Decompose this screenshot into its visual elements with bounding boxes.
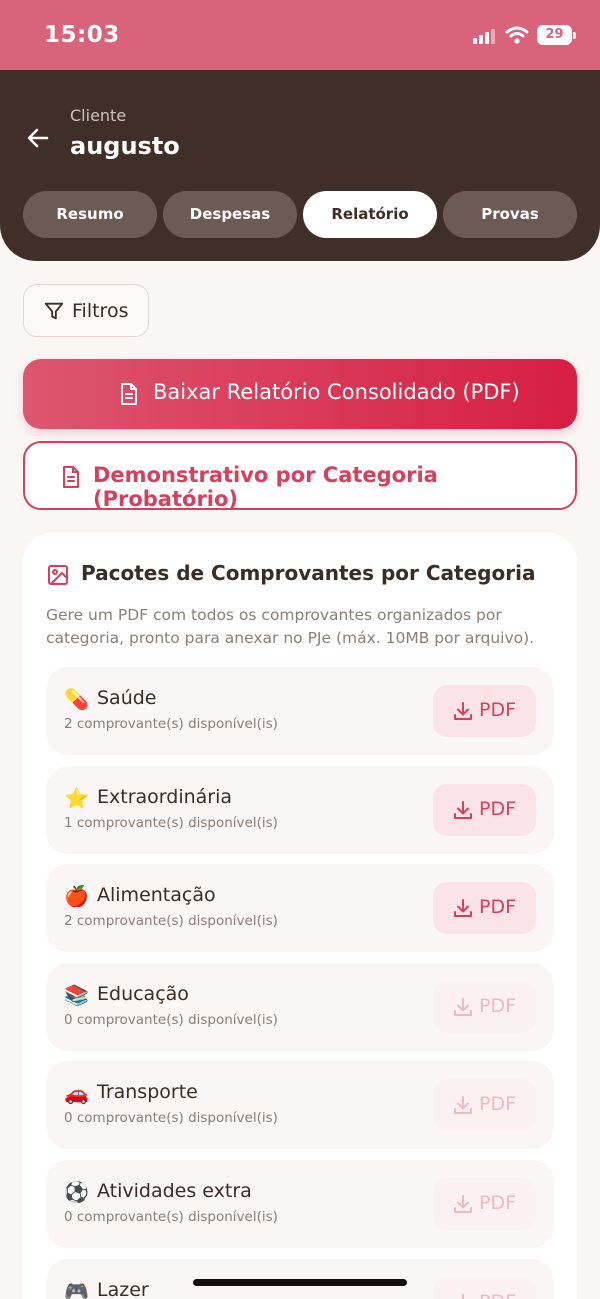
header-subtitle: Cliente [70,106,127,125]
category-name: Extraordinária [97,785,233,808]
download-icon [454,1195,472,1213]
category-row: ⚽ Atividades extra 0 comprovante(s) dispon… [46,1160,554,1248]
download-pdf-button[interactable]: PDF [433,783,536,836]
category-emoji-icon: 💊 [64,687,89,711]
download-consolidated-report-button[interactable]: Baixar Relatório Consolidado (PDF) [23,359,577,429]
pdf-label: PDF [479,896,517,919]
packages-title: Pacotes de Comprovantes por Categoria [81,561,536,585]
download-icon [454,800,472,819]
category-count: 2 comprovante(s) disponível(is) [64,716,278,732]
category-name: Transporte [97,1081,198,1104]
tab-provas[interactable]: Provas [443,191,577,238]
status-bar: 15:03 29 [0,0,600,70]
cellular-signal-icon [473,28,497,44]
download-pdf-button: PDF [433,1079,536,1132]
wifi-icon [505,26,529,44]
category-name: Saúde [97,687,157,709]
download-pdf-button: PDF [433,1276,536,1299]
category-statement-button[interactable]: Demonstrativo por Categoria (Probatório) [23,441,577,511]
image-icon [48,565,68,585]
document-icon [63,466,79,488]
category-emoji-icon: ⚽ [64,1180,89,1204]
category-count: 2 comprovante(s) disponível(is) [64,913,278,930]
category-count: 1 comprovante(s) disponível(is) [64,814,278,831]
category-emoji-icon: ⭐ [64,785,89,810]
category-count: 0 comprovante(s) disponível(is) [64,1110,278,1127]
filter-button[interactable]: Filtros [23,284,149,337]
client-header: Cliente augusto Resumo Despesas Relatóri… [0,70,600,261]
pdf-label: PDF [479,797,517,820]
download-icon [454,899,472,918]
category-emoji-icon: 🎮 [64,1278,89,1299]
pdf-label: PDF [479,1291,516,1299]
filter-icon [44,302,64,320]
packages-description: Gere um PDF com todos os comprovantes or… [46,606,535,647]
download-icon [462,1293,464,1299]
download-pdf-button: PDF [433,980,536,1033]
tab-relatorio[interactable]: Relatório [303,191,437,238]
back-arrow-icon[interactable] [22,122,54,154]
category-row: 📚 Educação 0 comprovante(s) disponível(is)… [46,962,554,1051]
category-count: 0 comprovante(s) disponível(is) [64,1011,278,1028]
pdf-label: PDF [479,1093,517,1116]
category-row: 🍎 Alimentação 2 comprovante(s) disponível(… [46,864,554,953]
download-icon [454,1096,472,1115]
pdf-label: PDF [479,1192,517,1214]
category-statement-label: Demonstrativo por Categoria (Probatório) [93,463,438,511]
download-pdf-button[interactable]: PDF [433,882,536,935]
category-count: 0 comprovante(s) disponível(is) [64,1209,278,1225]
receipt-packages-card: Pacotes de Comprovantes por Categoria Ge… [23,533,577,1299]
battery-icon: 29 [537,25,576,45]
category-emoji-icon: 🍎 [64,884,89,909]
filter-label: Filtros [72,300,129,322]
pdf-label: PDF [479,994,517,1017]
category-name: Educação [97,982,189,1005]
category-row: 🚗 Transporte 0 comprovante(s) disponível(i… [46,1061,554,1150]
category-emoji-icon: 📚 [64,982,89,1007]
download-consolidated-report-label: Baixar Relatório Consolidado (PDF) [153,380,520,404]
download-icon [454,997,472,1016]
download-pdf-button[interactable]: PDF [433,685,536,737]
home-indicator [193,1279,407,1286]
category-name: Atividades extra [97,1180,252,1202]
category-name: Alimentação [97,884,216,907]
pdf-label: PDF [479,699,517,721]
status-time: 15:03 [44,22,120,48]
category-name: Lazer [97,1278,149,1299]
tab-resumo[interactable]: Resumo [23,191,157,238]
tab-despesas[interactable]: Despesas [163,191,297,238]
category-emoji-icon: 🚗 [64,1081,89,1106]
category-row: 💊 Saúde 2 comprovante(s) disponível(is) PDF [46,667,554,755]
category-row: ⭐ Extraordinária 1 comprovante(s) disponív… [46,765,554,854]
document-icon [121,383,137,405]
download-icon [454,702,472,720]
download-pdf-button: PDF [433,1178,536,1230]
client-name: augusto [70,132,180,160]
